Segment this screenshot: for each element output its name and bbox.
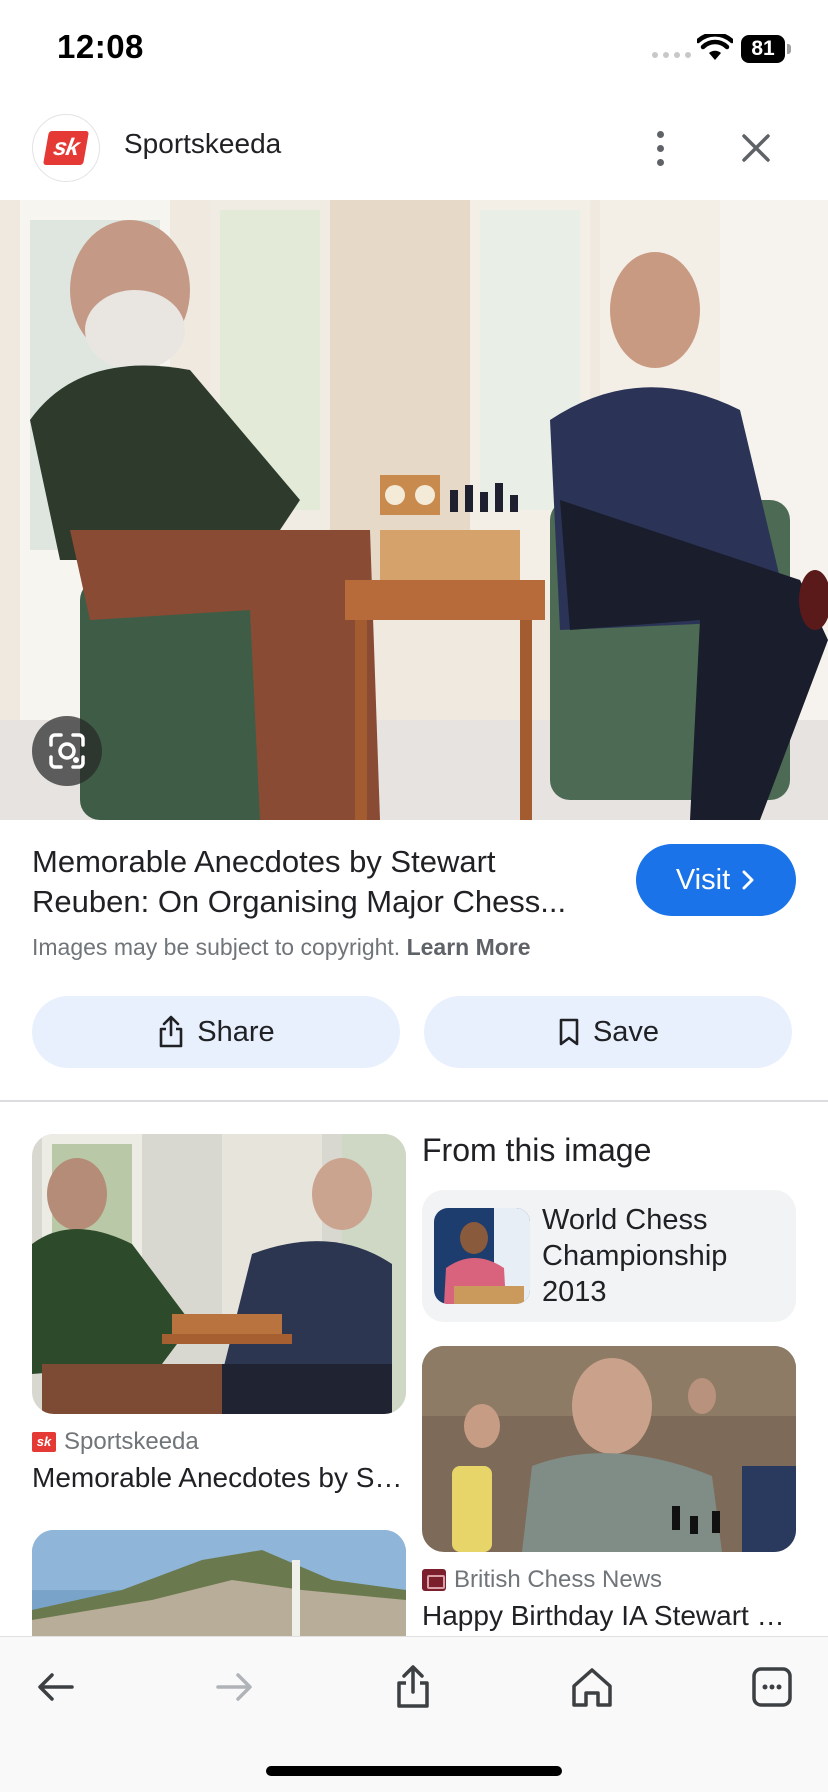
copyright-notice: Images may be subject to copyright. Lear…: [32, 934, 531, 961]
save-label: Save: [592, 1015, 660, 1048]
tabs-button[interactable]: [742, 1657, 802, 1717]
learn-more-link[interactable]: Learn More: [407, 934, 531, 960]
battery-level: 81: [741, 35, 785, 63]
status-time: 12:08: [57, 28, 144, 65]
entity-photo: [434, 1208, 530, 1304]
more-options-button[interactable]: [640, 120, 680, 176]
forward-icon: [216, 1673, 252, 1701]
related-source-1[interactable]: sk Sportskeeda: [32, 1428, 199, 1456]
back-button[interactable]: [26, 1657, 86, 1717]
copyright-text: Images may be subject to copyright.: [32, 934, 401, 960]
entity-label: World Chess Championship 2013: [542, 1204, 728, 1308]
close-button[interactable]: [732, 124, 780, 172]
google-lens-button[interactable]: [32, 716, 102, 786]
site-header: sk Sportskeeda: [0, 100, 828, 200]
chevron-right-icon: [742, 870, 754, 890]
save-button[interactable]: Save: [424, 996, 792, 1068]
sportskeeda-logo-icon: sk: [43, 131, 89, 165]
from-this-image-heading: From this image: [422, 1132, 652, 1168]
google-lens-icon: [49, 733, 85, 769]
site-logo[interactable]: sk: [32, 114, 100, 182]
wifi-icon: [697, 34, 733, 60]
related-source-1-label: Sportskeeda: [64, 1428, 199, 1455]
bookmark-icon: [559, 1018, 579, 1046]
related-image-2[interactable]: [422, 1346, 796, 1552]
related-source-2[interactable]: British Chess News: [422, 1566, 662, 1594]
home-icon: [572, 1668, 612, 1707]
site-name[interactable]: Sportskeeda: [124, 128, 281, 160]
section-divider: [0, 1100, 828, 1102]
visit-button[interactable]: Visit: [636, 844, 796, 916]
share-label: Share: [197, 1015, 275, 1048]
status-bar: 12:08 81: [0, 0, 828, 100]
share-button[interactable]: Share: [32, 996, 400, 1068]
related-photo-1: [32, 1134, 406, 1414]
battery-icon: 81: [741, 35, 791, 63]
sportskeeda-favicon-icon: sk: [32, 1432, 56, 1452]
visit-label: Visit: [675, 863, 731, 896]
related-image-1[interactable]: [32, 1134, 406, 1414]
tabs-icon: [752, 1667, 792, 1707]
cellular-signal-icon: [652, 52, 691, 58]
forward-button[interactable]: [204, 1657, 264, 1717]
entity-thumbnail: [434, 1208, 530, 1304]
toolbar-share-button[interactable]: [383, 1657, 443, 1717]
home-button[interactable]: [562, 1657, 622, 1717]
related-photo-2: [422, 1346, 796, 1552]
related-source-2-label: British Chess News: [454, 1566, 663, 1593]
related-caption-2[interactable]: Happy Birthday IA Stewart Reuben: [422, 1600, 796, 1632]
back-icon: [38, 1673, 74, 1701]
share-icon: [159, 1015, 183, 1048]
more-vert-icon: [656, 130, 664, 138]
entity-chip-world-chess-championship[interactable]: World Chess Championship 2013: [422, 1190, 796, 1322]
related-caption-1[interactable]: Memorable Anecdotes by Stewart Reuben: [32, 1462, 406, 1494]
share-icon: [397, 1665, 429, 1708]
home-indicator[interactable]: [266, 1766, 562, 1776]
british-chess-news-favicon-icon: [422, 1569, 446, 1591]
result-title[interactable]: Memorable Anecdotes by Stewart Reuben: O…: [32, 842, 612, 922]
hero-image[interactable]: [0, 200, 828, 820]
chess-players-photo: [0, 200, 828, 820]
